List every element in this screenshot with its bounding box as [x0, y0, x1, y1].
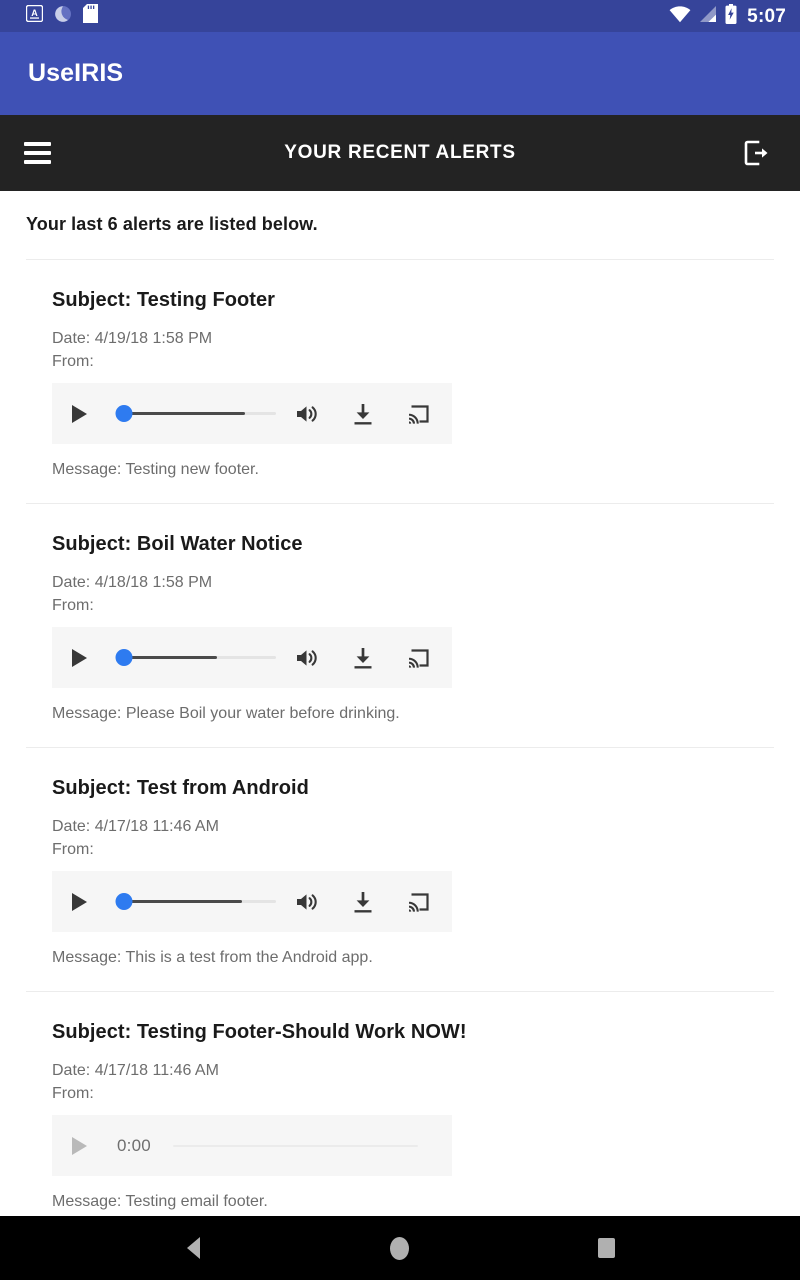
seek-handle[interactable] [115, 405, 133, 422]
recents-button[interactable] [577, 1224, 637, 1272]
cast-icon[interactable] [402, 885, 436, 919]
brand-app-bar: UseIRIS [0, 32, 800, 115]
alert-date: Date: 4/17/18 11:46 AM [52, 818, 219, 835]
dnd-moon-icon [54, 5, 72, 28]
download-icon[interactable] [346, 641, 380, 675]
android-screen: A 5:07 UseIRIS YOUR RECENT ALERTS Your l… [0, 0, 800, 1280]
alert-item: Subject: Testing Footer-Should Work NOW!… [0, 992, 800, 1211]
logout-icon[interactable] [736, 133, 776, 173]
alert-date: Date: 4/18/18 1:58 PM [52, 574, 213, 591]
signal-cellular-icon [698, 5, 718, 28]
seek-slider[interactable] [115, 649, 276, 667]
volume-icon[interactable] [290, 641, 324, 675]
play-icon[interactable] [72, 404, 87, 423]
svg-text:A: A [31, 8, 38, 18]
audio-player[interactable] [52, 627, 452, 688]
alert-from: From: [52, 841, 94, 858]
volume-icon[interactable] [290, 397, 324, 431]
audio-player[interactable] [52, 871, 452, 932]
seek-buffered [121, 412, 245, 415]
input-method-a-icon: A [25, 4, 44, 27]
play-icon[interactable] [72, 648, 87, 667]
alert-subject: Subject: Testing Footer-Should Work NOW! [52, 1021, 467, 1043]
alert-item: Subject: Test from Android Date: 4/17/18… [0, 748, 800, 967]
status-icons-left: A [25, 4, 98, 28]
status-icons-right: 5:07 [669, 3, 786, 29]
cast-icon[interactable] [402, 397, 436, 431]
brand-title: UseIRIS [28, 59, 124, 87]
volume-icon[interactable] [290, 885, 324, 919]
audio-player[interactable] [52, 383, 452, 444]
android-navigation-bar [0, 1216, 800, 1280]
home-button[interactable] [370, 1224, 430, 1272]
seek-slider[interactable] [115, 405, 276, 423]
alert-date: Date: 4/17/18 11:46 AM [52, 1062, 219, 1079]
alert-message: Message: This is a test from the Android… [52, 949, 373, 966]
play-icon[interactable] [72, 892, 87, 911]
alerts-list-container[interactable]: Your last 6 alerts are listed below. Sub… [0, 191, 800, 1216]
alert-message: Message: Testing email footer. [52, 1193, 268, 1210]
android-status-bar: A 5:07 [0, 0, 800, 32]
seek-buffered [121, 656, 218, 659]
alert-from: From: [52, 353, 94, 370]
seek-handle[interactable] [115, 893, 133, 910]
audio-player-loading[interactable]: 0:00 [52, 1115, 452, 1176]
seek-handle[interactable] [115, 649, 133, 666]
alert-message: Message: Testing new footer. [52, 461, 259, 478]
seek-buffered [121, 900, 242, 903]
page-title: YOUR RECENT ALERTS [284, 142, 516, 163]
back-button[interactable] [163, 1224, 223, 1272]
seek-slider[interactable] [115, 893, 276, 911]
alert-item: Subject: Testing Footer Date: 4/19/18 1:… [0, 260, 800, 479]
alert-message: Message: Please Boil your water before d… [52, 705, 400, 722]
seek-track[interactable] [172, 1144, 418, 1147]
alert-subject: Subject: Test from Android [52, 777, 309, 799]
sd-card-icon [83, 4, 98, 28]
status-clock: 5:07 [747, 5, 786, 27]
battery-charging-icon [725, 3, 737, 29]
alert-subject: Subject: Boil Water Notice [52, 533, 303, 555]
download-icon[interactable] [346, 397, 380, 431]
alert-subject: Subject: Testing Footer [52, 289, 276, 311]
cast-icon[interactable] [402, 641, 436, 675]
alert-from: From: [52, 1085, 94, 1102]
download-icon[interactable] [346, 885, 380, 919]
page-toolbar: YOUR RECENT ALERTS [0, 115, 800, 191]
intro-text: Your last 6 alerts are listed below. [26, 214, 318, 234]
current-time-label: 0:00 [117, 1135, 151, 1155]
alert-from: From: [52, 597, 94, 614]
alert-item: Subject: Boil Water Notice Date: 4/18/18… [0, 504, 800, 723]
wifi-icon [669, 5, 691, 28]
hamburger-menu-icon[interactable] [24, 135, 60, 171]
play-icon[interactable] [72, 1136, 87, 1155]
alert-date: Date: 4/19/18 1:58 PM [52, 330, 213, 347]
